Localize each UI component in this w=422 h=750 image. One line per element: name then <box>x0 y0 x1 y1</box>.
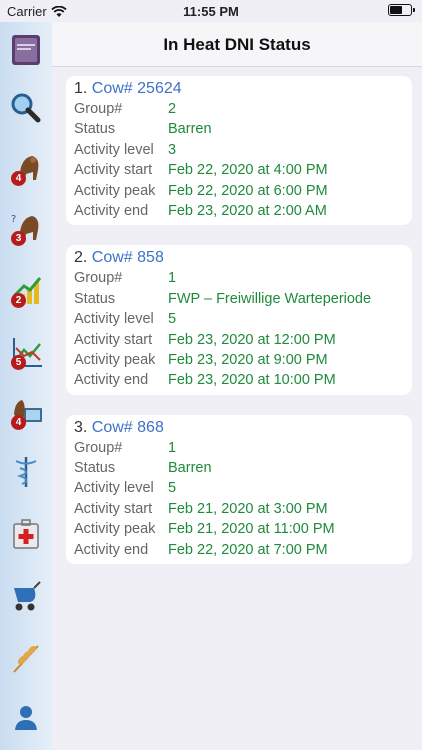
detail-label: Activity start <box>74 162 153 179</box>
detail-label: Activity level <box>74 480 154 497</box>
detail-label: Status <box>74 460 116 477</box>
detail-row: Activity peak Feb 22, 2020 at 6:00 PM <box>74 181 404 201</box>
cow-id-link[interactable]: Cow# 858 <box>92 249 164 266</box>
detail-label: Group# <box>74 439 123 456</box>
sidebar-badge: 2 <box>11 293 26 308</box>
detail-value: 5 <box>168 311 177 328</box>
detail-row: Activity peak Feb 21, 2020 at 11:00 PM <box>74 519 404 539</box>
detail-label: Status <box>74 290 116 307</box>
magnifier-icon <box>11 93 41 123</box>
detail-label: Status <box>74 121 116 138</box>
detail-label: Activity level <box>74 311 154 328</box>
sidebar-item-monitor[interactable]: 4 <box>8 394 44 430</box>
detail-label: Activity start <box>74 331 153 348</box>
detail-value: 1 <box>168 270 177 287</box>
detail-row: Activity level 5 <box>74 478 404 498</box>
detail-label: Activity end <box>74 541 149 558</box>
card-title: 1. Cow# 25624 <box>74 78 404 99</box>
detail-row: Activity start Feb 22, 2020 at 4:00 PM <box>74 160 404 180</box>
detail-value: Barren <box>168 121 212 138</box>
detail-label: Activity end <box>74 202 149 219</box>
detail-row: Activity level 5 <box>74 309 404 329</box>
cow-id-link[interactable]: Cow# 868 <box>92 419 164 436</box>
detail-label: Activity peak <box>74 351 156 368</box>
detail-label: Activity end <box>74 372 149 389</box>
detail-row: Activity level 3 <box>74 140 404 160</box>
detail-row: Group# 2 <box>74 99 404 119</box>
person-icon <box>15 706 37 730</box>
detail-value: Feb 21, 2020 at 3:00 PM <box>168 500 328 517</box>
battery-icon <box>388 4 415 16</box>
detail-row: Status Barren <box>74 458 404 478</box>
detail-row: Activity start Feb 21, 2020 at 3:00 PM <box>74 499 404 519</box>
card-number: 2. <box>74 249 88 267</box>
sidebar: 4 ? 3 2 5 4 <box>0 22 52 750</box>
card-title: 3. Cow# 868 <box>74 417 404 438</box>
page-title: In Heat DNI Status <box>163 35 311 54</box>
detail-value: 1 <box>168 439 177 456</box>
detail-row: Status Barren <box>74 119 404 139</box>
detail-label: Activity start <box>74 500 153 517</box>
detail-row: Activity end Feb 23, 2020 at 10:00 PM <box>74 370 404 390</box>
caduceus-icon <box>15 457 37 487</box>
sidebar-item-calving[interactable] <box>8 578 44 614</box>
status-bar: Carrier 11:55 PM <box>0 0 422 22</box>
detail-value: 2 <box>168 101 177 117</box>
sidebar-badge: 3 <box>11 231 26 246</box>
detail-value: Feb 22, 2020 at 7:00 PM <box>168 541 328 558</box>
sidebar-badge: 4 <box>11 415 26 430</box>
detail-value: 3 <box>168 141 177 158</box>
card-title: 2. Cow# 858 <box>74 247 404 268</box>
detail-row: Group# 1 <box>74 268 404 288</box>
detail-label: Group# <box>74 101 123 117</box>
first-aid-icon <box>13 519 39 549</box>
detail-label: Activity peak <box>74 182 156 199</box>
detail-row: Activity end Feb 23, 2020 at 2:00 AM <box>74 201 404 221</box>
detail-label: Group# <box>74 270 123 287</box>
detail-row: Activity end Feb 22, 2020 at 7:00 PM <box>74 540 404 560</box>
card-number: 3. <box>74 418 88 436</box>
book-icon <box>12 35 40 65</box>
sidebar-item-feed[interactable] <box>8 640 44 676</box>
svg-text:?: ? <box>11 214 16 225</box>
detail-value: Feb 23, 2020 at 10:00 PM <box>168 372 336 389</box>
detail-value: Feb 23, 2020 at 9:00 PM <box>168 351 328 368</box>
detail-value: Feb 21, 2020 at 11:00 PM <box>168 521 335 538</box>
sidebar-item-vet[interactable] <box>8 454 44 490</box>
detail-value: Feb 23, 2020 at 2:00 AM <box>168 202 327 219</box>
sidebar-item-cows[interactable]: 4 <box>8 150 44 186</box>
detail-row: Group# 1 <box>74 438 404 458</box>
detail-value: Barren <box>168 460 212 477</box>
sidebar-badge: 5 <box>11 355 26 370</box>
detail-row: Status FWP – Freiwillige Warteperiode <box>74 289 404 309</box>
cow-list: 1. Cow# 25624 Group# 2 Status Barren Activ… <box>66 76 412 584</box>
detail-row: Activity start Feb 23, 2020 at 12:00 PM <box>74 330 404 350</box>
sidebar-badge: 4 <box>11 171 26 186</box>
detail-label: Activity level <box>74 141 154 158</box>
wheat-icon <box>13 645 39 673</box>
cow-card[interactable]: 1. Cow# 25624 Group# 2 Status Barren Activ… <box>66 76 412 226</box>
detail-label: Activity peak <box>74 521 156 538</box>
sidebar-item-book[interactable] <box>8 32 44 68</box>
sidebar-item-growth[interactable]: 2 <box>8 272 44 308</box>
sidebar-item-treatment[interactable] <box>8 516 44 552</box>
sidebar-item-search[interactable] <box>8 90 44 126</box>
detail-value: Feb 23, 2020 at 12:00 PM <box>168 331 336 348</box>
navigation-header: In Heat DNI Status <box>52 22 422 67</box>
sidebar-item-unknown-cows[interactable]: ? 3 <box>8 210 44 246</box>
cow-card[interactable]: 2. Cow# 858 Group# 1 Status FWP – Freiwill… <box>66 245 412 395</box>
detail-value: 5 <box>168 480 177 497</box>
stroller-icon <box>14 581 41 611</box>
cow-card[interactable]: 3. Cow# 868 Group# 1 Status Barren Activit… <box>66 414 412 565</box>
sidebar-item-profile[interactable] <box>8 700 44 736</box>
sidebar-item-trends[interactable]: 5 <box>8 334 44 370</box>
detail-row: Activity peak Feb 23, 2020 at 9:00 PM <box>74 350 404 370</box>
detail-value: Feb 22, 2020 at 4:00 PM <box>168 162 328 179</box>
detail-value: FWP – Freiwillige Warteperiode <box>168 290 372 307</box>
card-number: 1. <box>74 80 88 97</box>
cow-id-link[interactable]: Cow# 25624 <box>92 80 182 97</box>
detail-value: Feb 22, 2020 at 6:00 PM <box>168 182 328 199</box>
status-time: 11:55 PM <box>183 4 239 19</box>
